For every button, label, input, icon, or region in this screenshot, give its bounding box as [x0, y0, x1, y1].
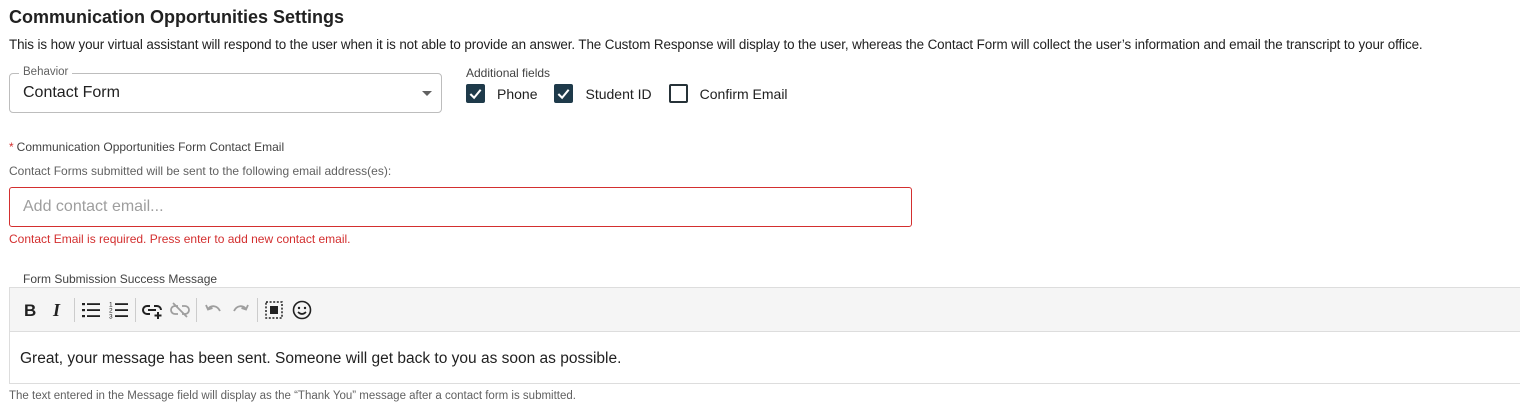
toolbar-divider [135, 297, 136, 322]
contact-email-sublabel: Contact Forms submitted will be sent to … [9, 164, 392, 178]
additional-fields-group: Phone Student ID Confirm Email [466, 84, 805, 103]
redo-icon [227, 296, 255, 324]
bulleted-list-icon[interactable] [77, 296, 105, 324]
editor-toolbar: B I 123 [10, 288, 1520, 332]
contact-email-label: * Communication Opportunities Form Contac… [9, 140, 284, 154]
page-description: This is how your virtual assistant will … [9, 37, 1423, 52]
svg-text:I: I [52, 300, 61, 320]
svg-text:3: 3 [109, 313, 113, 320]
success-message-editor: B I 123 Great, your message has been sen… [9, 287, 1520, 384]
behavior-select[interactable]: Behavior Contact Form [9, 66, 442, 113]
insert-link-icon[interactable] [138, 296, 166, 324]
toolbar-divider [196, 297, 197, 322]
additional-fields-label: Additional fields [466, 66, 551, 80]
required-marker: * [9, 140, 14, 154]
success-message-footnote: The text entered in the Message field wi… [9, 390, 576, 402]
select-all-icon[interactable] [260, 296, 288, 324]
emoji-icon[interactable] [288, 296, 316, 324]
student-id-checkbox[interactable]: Student ID [554, 84, 652, 103]
checkbox-checked-icon[interactable] [554, 84, 574, 103]
contact-email-label-text: Communication Opportunities Form Contact… [16, 140, 285, 154]
italic-icon[interactable]: I [44, 296, 72, 324]
svg-text:B: B [24, 301, 36, 320]
behavior-label: Behavior [19, 66, 73, 78]
behavior-value: Contact Form [23, 84, 120, 101]
dropdown-arrow-icon[interactable] [422, 91, 432, 96]
success-message-label: Form Submission Success Message [23, 272, 218, 286]
toolbar-divider [257, 297, 258, 322]
numbered-list-icon[interactable]: 123 [105, 296, 133, 324]
checkbox-checked-icon[interactable] [466, 84, 485, 103]
page-title: Communication Opportunities Settings [9, 7, 345, 27]
phone-checkbox[interactable]: Phone [466, 84, 537, 103]
unlink-icon [166, 296, 194, 324]
success-message-content[interactable]: Great, your message has been sent. Someo… [10, 332, 1520, 368]
checkbox-unchecked-icon[interactable] [668, 84, 688, 103]
toolbar-divider [74, 297, 75, 322]
confirm-email-checkbox-label: Confirm Email [699, 85, 788, 102]
contact-email-input[interactable] [9, 187, 912, 227]
confirm-email-checkbox[interactable]: Confirm Email [668, 84, 788, 103]
bold-icon[interactable]: B [16, 296, 44, 324]
student-id-checkbox-label: Student ID [585, 85, 652, 102]
undo-icon [199, 296, 227, 324]
phone-checkbox-label: Phone [497, 85, 538, 102]
contact-email-error: Contact Email is required. Press enter t… [9, 232, 351, 246]
